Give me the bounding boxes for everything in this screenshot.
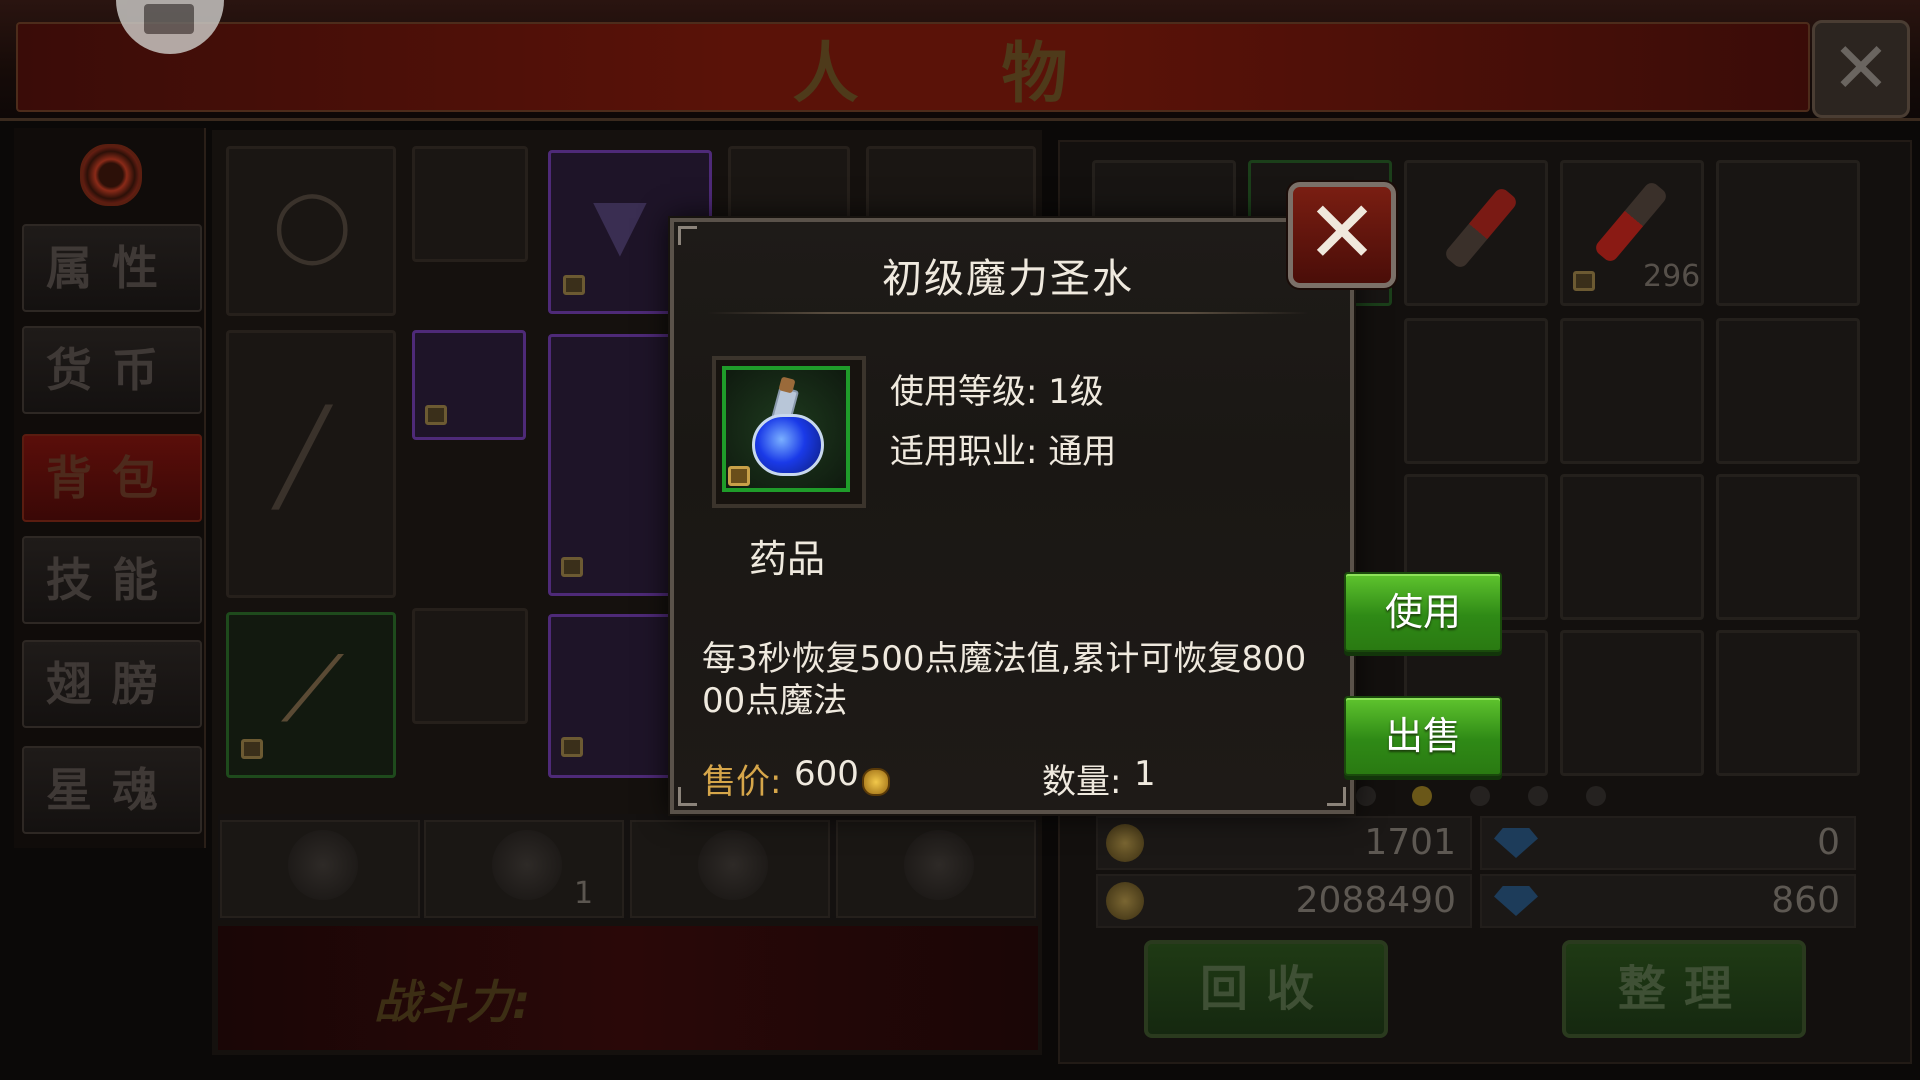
equip-slot-emblem[interactable] (412, 608, 528, 724)
socket-2[interactable] (424, 820, 624, 918)
applicable-class: 适用职业: 通用 (890, 432, 1117, 472)
equip-slot-amulet[interactable] (412, 330, 526, 440)
potion-icon (1592, 179, 1670, 265)
bag-slot[interactable]: 296 (1560, 160, 1704, 306)
item-tooltip (670, 218, 1354, 814)
use-level: 使用等级: 1级 (890, 372, 1104, 412)
equip-slot-chest[interactable] (548, 334, 676, 596)
bound-lock-icon (728, 466, 750, 486)
socket-3[interactable] (630, 820, 830, 918)
bag-slot[interactable] (1716, 318, 1860, 464)
socket-icon (492, 830, 562, 900)
socket-icon (288, 830, 358, 900)
corner-ornament (678, 787, 697, 806)
combat-power-label: 战斗力: (374, 975, 531, 1029)
lock-icon (563, 275, 585, 295)
bound-diamond-value: 860 (1771, 880, 1840, 921)
diamond-row: 0 (1480, 816, 1856, 870)
tooltip-close-button[interactable]: ✕ (1288, 182, 1396, 288)
socket-count: 1 (574, 876, 594, 911)
coin-icon (862, 768, 890, 796)
quantity-value: 1 (1134, 754, 1156, 794)
socket-icon (904, 830, 974, 900)
lock-icon (561, 557, 583, 577)
equip-slot-armor-small[interactable] (412, 146, 528, 262)
tab-skills[interactable]: 技能 (22, 536, 202, 624)
socket-1[interactable] (220, 820, 420, 918)
sword-icon: ╱ (275, 405, 330, 510)
page-dot-active[interactable] (1412, 786, 1432, 806)
page-dot[interactable] (1528, 786, 1548, 806)
bound-diamond-row: 860 (1480, 874, 1856, 928)
bag-slot[interactable] (1716, 474, 1860, 620)
page-dot[interactable] (1586, 786, 1606, 806)
gold-coin-icon (1106, 824, 1144, 862)
bound-gold-icon (1106, 882, 1144, 920)
lock-icon (425, 405, 447, 425)
recycle-button[interactable]: 回收 (1144, 940, 1388, 1038)
lock-icon (561, 737, 583, 757)
equip-slot-ring[interactable]: ◯ (226, 146, 396, 316)
gold-row: 1701 (1096, 816, 1472, 870)
ring-icon: ◯ (273, 183, 352, 265)
tab-star-soul[interactable]: 星魂 (22, 746, 202, 834)
tab-attributes[interactable]: 属性 (22, 224, 202, 312)
item-count: 296 (1643, 259, 1701, 294)
window-title: 人 物 (792, 34, 1128, 112)
use-button[interactable]: 使用 (1344, 572, 1502, 652)
socket-icon (698, 830, 768, 900)
price-label: 售价: (702, 762, 782, 802)
bow-icon: ⟋ (281, 637, 344, 742)
bag-slot[interactable] (1716, 160, 1860, 306)
close-window-button[interactable]: ✕ (1812, 20, 1910, 118)
corner-ornament (1327, 787, 1346, 806)
corner-ornament (678, 226, 697, 245)
combat-power-bar (218, 926, 1038, 1050)
bag-slot[interactable] (1560, 318, 1704, 464)
item-description: 每3秒恢复500点魔法值,累计可恢复80000点魔法 (702, 639, 1307, 721)
sort-button[interactable]: 整理 (1562, 940, 1806, 1038)
bag-slot[interactable] (1404, 318, 1548, 464)
bound-gold-value: 2088490 (1295, 880, 1456, 921)
tab-bag[interactable]: 背包 (22, 434, 202, 522)
lock-icon (241, 739, 263, 759)
sell-button[interactable]: 出售 (1344, 696, 1502, 776)
bound-diamond-icon (1494, 886, 1538, 916)
socket-4[interactable] (836, 820, 1036, 918)
price-value: 600 (794, 754, 859, 794)
tab-currency[interactable]: 货币 (22, 326, 202, 414)
quantity-label: 数量: (1042, 762, 1122, 802)
potion-icon (1442, 185, 1520, 271)
equip-slot-legs[interactable] (548, 614, 676, 778)
item-type: 药品 (748, 537, 825, 581)
equip-slot-weapon[interactable]: ╱ (226, 330, 396, 598)
tab-wings[interactable]: 翅膀 (22, 640, 202, 728)
emblem-icon (80, 144, 142, 206)
bound-gold-row: 2088490 (1096, 874, 1472, 928)
gold-value: 1701 (1364, 822, 1456, 863)
title-divider (708, 312, 1308, 314)
lock-icon (1573, 271, 1595, 291)
helmet-icon: ▼ (593, 183, 647, 265)
item-name: 初级魔力圣水 (882, 256, 1134, 302)
diamond-value: 0 (1817, 822, 1840, 863)
page-dot[interactable] (1356, 786, 1376, 806)
equip-slot-bow[interactable]: ⟋ (226, 612, 396, 778)
bag-slot[interactable] (1560, 474, 1704, 620)
mana-potion-icon (752, 414, 824, 476)
bag-slot[interactable] (1404, 160, 1548, 306)
bag-slot[interactable] (1560, 630, 1704, 776)
page-dot[interactable] (1470, 786, 1490, 806)
bag-slot[interactable] (1716, 630, 1860, 776)
diamond-icon (1494, 828, 1538, 858)
